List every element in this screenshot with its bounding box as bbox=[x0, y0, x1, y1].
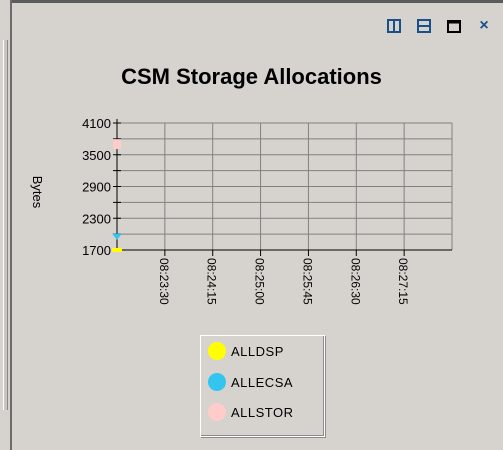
x-tick-label: 08:24:15 bbox=[205, 258, 219, 305]
y-tick-label: 1700 bbox=[82, 243, 111, 258]
legend-swatch-allecsa bbox=[208, 373, 226, 391]
y-tick-label: 3500 bbox=[82, 148, 111, 163]
x-tick-label: 08:25:45 bbox=[300, 258, 314, 305]
y-tick-label: 2900 bbox=[82, 180, 111, 195]
y-tick-labels: 4100 3500 2900 2300 1700 bbox=[82, 116, 111, 258]
x-tick-label: 08:23:30 bbox=[157, 258, 171, 305]
x-tick-label: 08:26:30 bbox=[348, 258, 362, 305]
axes bbox=[113, 119, 452, 256]
series-point-allstor bbox=[113, 139, 121, 150]
series-point-allecsa bbox=[112, 233, 122, 240]
chart-legend: ALLDSP ALLECSA ALLSTOR bbox=[200, 335, 325, 437]
legend-label-alldsp: ALLDSP bbox=[231, 343, 284, 359]
x-tick-label: 08:27:15 bbox=[396, 258, 410, 305]
x-tick-label: 08:25:00 bbox=[253, 258, 267, 305]
legend-label-allecsa: ALLECSA bbox=[231, 374, 294, 390]
legend-item-allstor: ALLSTOR bbox=[208, 403, 294, 421]
legend-swatch-alldsp bbox=[208, 342, 226, 360]
y-axis-label: Bytes bbox=[30, 176, 45, 209]
y-tick-label: 2300 bbox=[82, 211, 111, 226]
legend-label-allstor: ALLSTOR bbox=[231, 404, 294, 420]
y-tick-label: 4100 bbox=[82, 116, 111, 131]
legend-item-allecsa: ALLECSA bbox=[208, 373, 293, 391]
grid-lines bbox=[117, 122, 453, 251]
legend-swatch-allstor bbox=[208, 403, 226, 421]
x-tick-labels: 08:23:30 08:24:15 08:25:00 08:25:45 08:26:30… bbox=[157, 258, 410, 305]
legend-item-alldsp: ALLDSP bbox=[208, 342, 284, 360]
series-point-alldsp bbox=[112, 248, 122, 252]
